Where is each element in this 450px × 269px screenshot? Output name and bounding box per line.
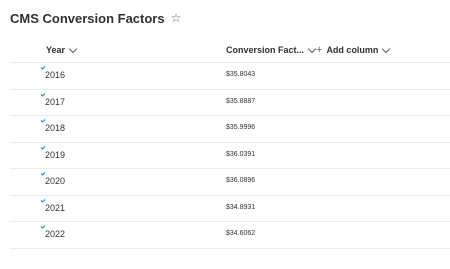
plus-icon: +: [316, 43, 323, 56]
table-row[interactable]: 2020 $36.0896: [10, 169, 450, 196]
year-cell[interactable]: 2018: [45, 123, 65, 133]
table-row[interactable]: 2016 $35.8043: [10, 63, 450, 90]
conversion-factor-cell: $35.8043: [226, 71, 256, 78]
conversion-factor-cell: $34.8931: [226, 203, 256, 211]
year-cell[interactable]: 2019: [45, 150, 65, 160]
conversion-factor-cell: $34.6062: [226, 230, 256, 237]
page-title: CMS Conversion Factors: [10, 10, 165, 26]
list-rows: 2016 $35.8043 2017 $35.8887 2018 $35.999…: [10, 63, 450, 249]
table-row[interactable]: 2021 $34.8931: [10, 196, 450, 222]
chevron-down-icon: [382, 44, 391, 53]
conversion-factor-cell: $35.9996: [226, 124, 256, 131]
list-header: CMS Conversion Factors ☆: [10, 8, 181, 28]
column-header-conversion-factor-label: Conversion Fact...: [226, 45, 305, 55]
table-row[interactable]: 2019 $36.0391: [10, 143, 450, 169]
year-cell[interactable]: 2021: [45, 203, 65, 213]
column-header-conversion-factor[interactable]: Conversion Fact...: [226, 38, 317, 62]
column-header-year-label: Year: [46, 45, 66, 55]
year-cell[interactable]: 2022: [45, 229, 65, 239]
add-column-button[interactable]: + Add column: [316, 38, 391, 62]
chevron-down-icon: [68, 44, 78, 53]
add-column-label: Add column: [326, 45, 379, 55]
conversion-factor-cell: $36.0896: [226, 177, 256, 184]
star-outline-icon[interactable]: ☆: [171, 12, 182, 24]
conversion-factor-cell: $36.0391: [226, 150, 256, 158]
year-cell[interactable]: 2020: [45, 176, 65, 186]
chevron-down-icon: [307, 44, 317, 53]
table-row[interactable]: 2022 $34.6062: [10, 222, 450, 249]
column-header-row: Year Conversion Fact... + Add column: [10, 38, 450, 63]
table-row[interactable]: 2017 $35.8887: [10, 90, 450, 116]
conversion-factor-cell: $35.8887: [226, 97, 256, 105]
column-header-year[interactable]: Year: [46, 38, 78, 62]
year-cell[interactable]: 2017: [45, 97, 65, 107]
table-row[interactable]: 2018 $35.9996: [10, 116, 450, 143]
year-cell[interactable]: 2016: [45, 70, 65, 80]
